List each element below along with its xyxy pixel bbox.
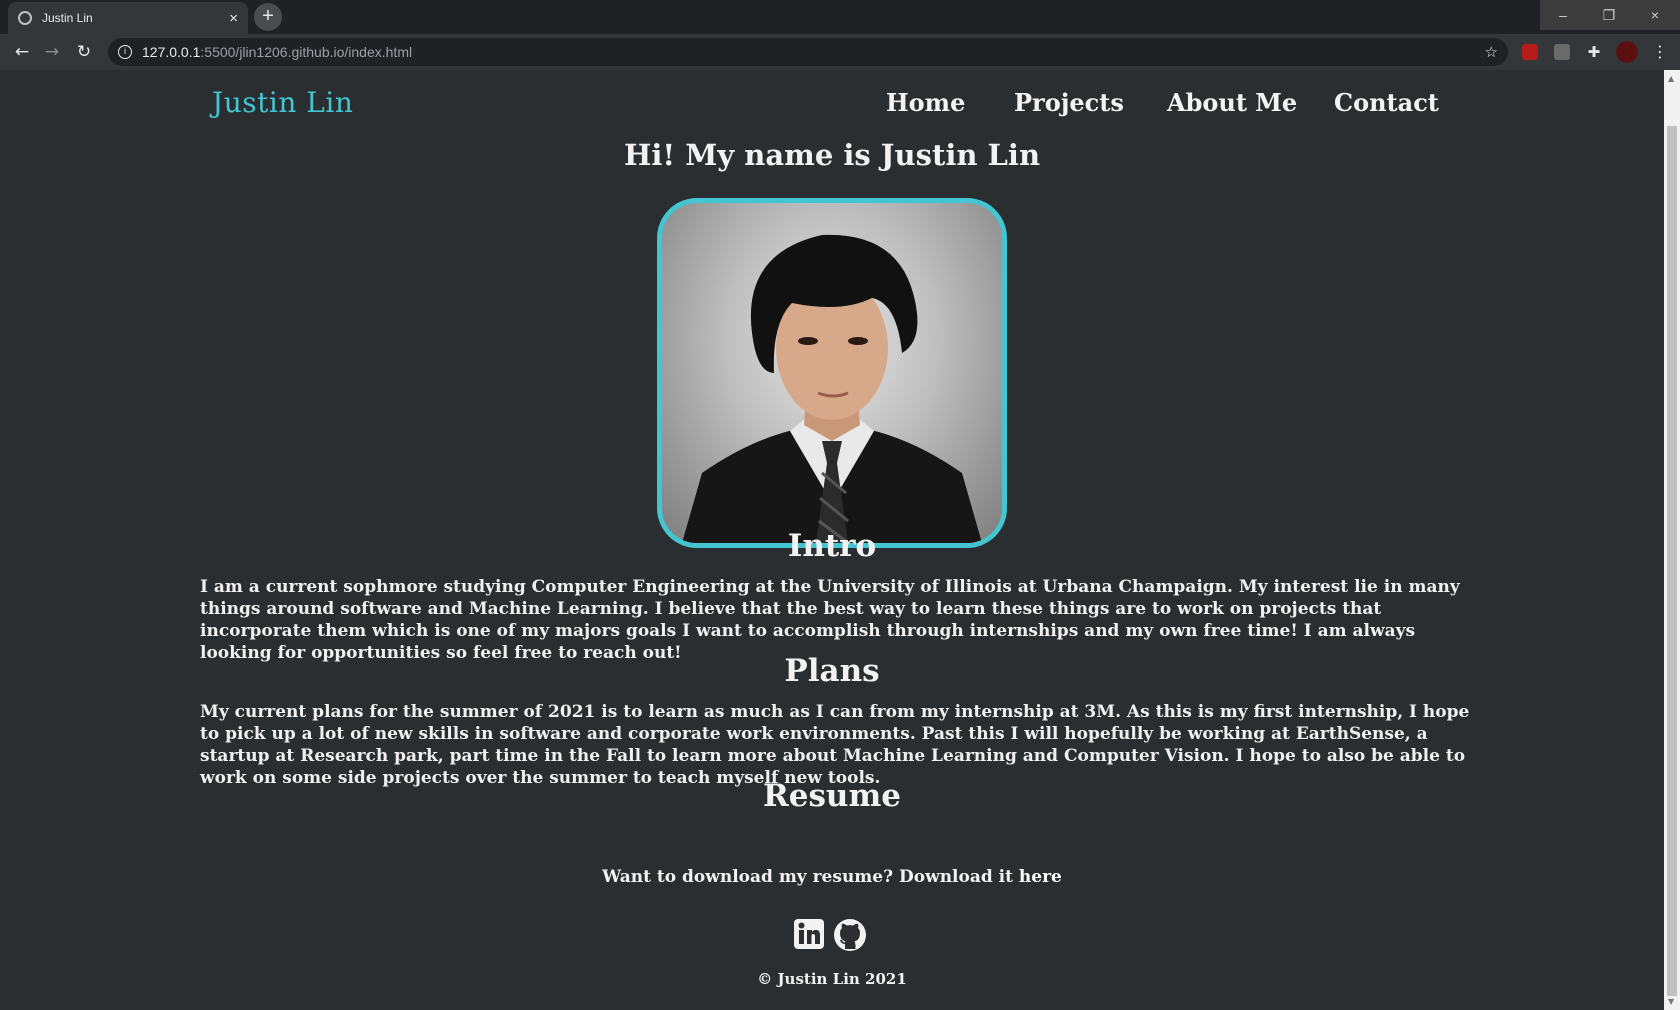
scroll-up-icon[interactable]: ▲ [1668,74,1674,83]
scroll-down-icon[interactable]: ▼ [1668,997,1674,1006]
back-arrow-icon[interactable]: ← [10,40,34,64]
linkedin-icon[interactable] [793,918,827,952]
nav-contact[interactable]: Contact [1334,88,1439,117]
page-title: Hi! My name is Justin Lin [623,138,1041,172]
page-scrollbar[interactable]: ▲ ▼ [1664,70,1680,1010]
resume-heading: Resume [762,778,901,814]
resume-download-link[interactable]: here [1019,867,1062,887]
minimize-button[interactable]: – [1540,0,1586,30]
nav-home[interactable]: Home [886,88,965,117]
address-bar[interactable]: i 127.0.0.1:5500/jlin1206.github.io/inde… [108,38,1508,66]
site-brand[interactable]: Justin Lin [212,86,353,119]
plans-heading: Plans [784,653,880,689]
intro-text: I am a current sophmore studying Compute… [200,577,1460,663]
restore-button[interactable]: ❐ [1586,0,1632,30]
scrollbar-thumb[interactable] [1667,126,1677,996]
tab-strip: Justin Lin × + – ❐ × [0,0,1680,34]
close-window-button[interactable]: × [1632,0,1678,30]
page-viewport: Justin Lin Home Projects About Me Contac… [0,70,1664,1010]
nav-projects[interactable]: Projects [1014,88,1124,117]
puzzle-icon[interactable]: ✚ [1586,44,1602,60]
bookmark-star-icon[interactable]: ☆ [1485,38,1498,66]
ublock-icon[interactable] [1522,44,1538,60]
site-info-icon[interactable]: i [118,45,132,59]
forward-arrow-icon[interactable]: → [40,40,64,64]
browser-tab[interactable]: Justin Lin × [8,2,248,34]
browser-menu-icon[interactable]: ⋮ [1652,38,1668,66]
globe-icon [18,11,32,25]
url-path: :5500/jlin1206.github.io/index.html [200,44,413,60]
resume-text: Want to download my resume? Download it [602,867,1019,887]
plans-text: My current plans for the summer of 2021 … [200,702,1470,788]
intro-heading: Intro [787,528,877,564]
profile-photo [657,198,1007,548]
reload-icon[interactable]: ↻ [72,40,96,64]
resume-line: Want to download my resume? Download it … [0,867,1664,887]
github-icon[interactable] [833,918,867,952]
tab-title: Justin Lin [42,11,93,25]
tab-close-button[interactable]: × [229,10,238,27]
browser-toolbar: ← → ↻ i 127.0.0.1:5500/jlin1206.github.i… [0,34,1680,70]
new-tab-button[interactable]: + [254,3,282,31]
profile-icon[interactable] [1616,41,1638,63]
extension-icon[interactable] [1554,44,1570,60]
footer-copyright: © Justin Lin 2021 [757,970,907,988]
nav-about-me[interactable]: About Me [1167,88,1297,117]
url-host: 127.0.0.1 [142,44,201,60]
